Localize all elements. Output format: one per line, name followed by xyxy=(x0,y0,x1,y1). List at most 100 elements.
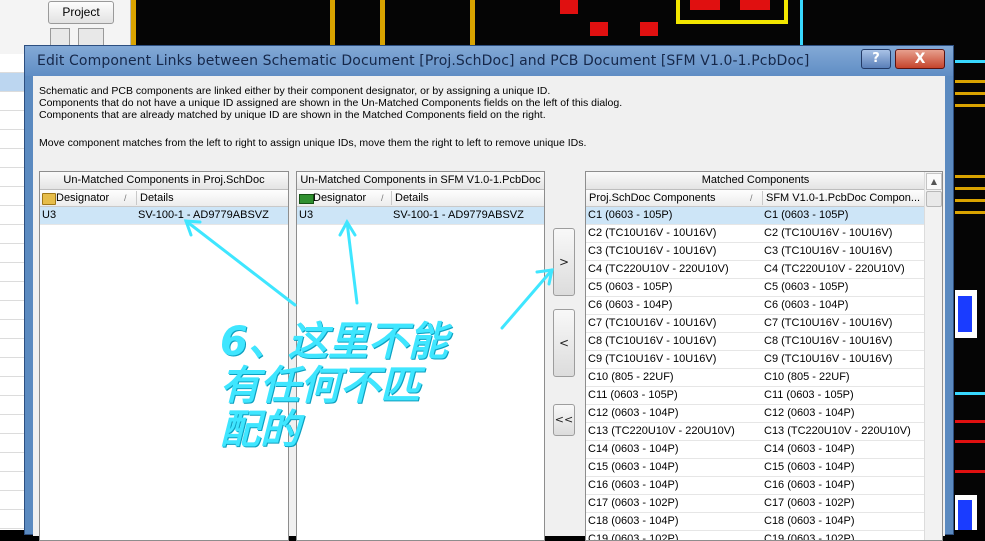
column-headers: Designator / Details xyxy=(40,190,288,207)
description-line: Components that do not have a unique ID … xyxy=(39,97,623,109)
unmatched-sch-title: Un-Matched Components in Proj.SchDoc xyxy=(40,172,288,190)
annotation-text: 6、这里不能 有任何不匹 配的 xyxy=(220,320,448,452)
toolbar-dropdown-icon[interactable] xyxy=(78,28,104,46)
pcb-trace xyxy=(955,104,985,107)
cell-sch-component: C4 (TC220U10V - 220U10V) xyxy=(588,263,729,275)
cell-sch-component: C18 (0603 - 104P) xyxy=(588,515,679,527)
cell-sch-component: C9 (TC10U16V - 10U16V) xyxy=(588,353,717,365)
table-row[interactable]: U3 SV-100-1 - AD9779ABSVZ xyxy=(40,207,288,225)
pcb-component xyxy=(958,296,972,332)
cell-pcb-component: C14 (0603 - 104P) xyxy=(764,443,855,455)
col-pcb-components[interactable]: SFM V1.0-1.PcbDoc Compon... xyxy=(764,190,920,206)
pcb-pad xyxy=(590,22,608,36)
pcb-outline xyxy=(676,0,788,24)
cell-sch-component: C1 (0603 - 105P) xyxy=(588,209,673,221)
col-sch-components[interactable]: Proj.SchDoc Components xyxy=(587,190,716,206)
dialog-title: Edit Component Links between Schematic D… xyxy=(37,53,810,69)
col-details[interactable]: Details xyxy=(393,190,429,206)
cell-pcb-component: C9 (TC10U16V - 10U16V) xyxy=(764,353,893,365)
cell-details: SV-100-1 - AD9779ABSVZ xyxy=(138,209,269,221)
edit-component-links-dialog: Edit Component Links between Schematic D… xyxy=(24,45,954,541)
table-row[interactable]: C2 (TC10U16V - 10U16V) C2 (TC10U16V - 10U… xyxy=(586,225,925,243)
cell-pcb-component: C19 (0603 - 102P) xyxy=(764,533,855,541)
dialog-body: Schematic and PCB components are linked … xyxy=(33,76,945,541)
annotation-line: 6、这里不能 xyxy=(220,319,448,365)
table-row[interactable]: C1 (0603 - 105P) C1 (0603 - 105P) xyxy=(586,207,925,225)
project-tree[interactable] xyxy=(0,54,24,530)
cell-sch-component: C2 (TC10U16V - 10U16V) xyxy=(588,227,717,239)
cell-pcb-component: C16 (0603 - 104P) xyxy=(764,479,855,491)
table-row[interactable]: C13 (TC220U10V - 220U10V) C13 (TC220U10V … xyxy=(586,423,925,441)
scroll-thumb[interactable] xyxy=(926,191,942,207)
annotation-line: 配的 xyxy=(220,407,300,453)
cell-designator: U3 xyxy=(42,209,57,221)
table-row[interactable]: C15 (0603 - 104P) C15 (0603 - 104P) xyxy=(586,459,925,477)
help-button[interactable]: ? xyxy=(861,49,891,69)
table-row[interactable]: C19 (0603 - 102P) C19 (0603 - 102P) xyxy=(586,531,925,541)
close-button[interactable]: X xyxy=(895,49,945,69)
pcb-pad xyxy=(640,22,658,36)
table-row[interactable]: C4 (TC220U10V - 220U10V) C4 (TC220U10V - … xyxy=(586,261,925,279)
cell-sch-component: C13 (TC220U10V - 220U10V) xyxy=(588,425,735,437)
table-row[interactable]: C9 (TC10U16V - 10U16V) C9 (TC10U16V - 10U… xyxy=(586,351,925,369)
cell-sch-component: C3 (TC10U16V - 10U16V) xyxy=(588,245,717,257)
col-designator[interactable]: Designator xyxy=(54,190,109,206)
cell-sch-component: C17 (0603 - 102P) xyxy=(588,497,679,509)
project-button[interactable]: Project xyxy=(48,1,114,24)
table-row[interactable]: C3 (TC10U16V - 10U16V) C3 (TC10U16V - 10U… xyxy=(586,243,925,261)
pcb-line xyxy=(955,392,985,395)
cell-pcb-component: C10 (805 - 22UF) xyxy=(764,371,850,383)
pcb-line xyxy=(955,420,985,423)
title-bar: Edit Component Links between Schematic D… xyxy=(25,46,953,76)
pcb-trace xyxy=(955,187,985,190)
scrollbar[interactable]: ▲ xyxy=(924,172,942,540)
cell-pcb-component: C8 (TC10U16V - 10U16V) xyxy=(764,335,893,347)
description-line: Schematic and PCB components are linked … xyxy=(39,85,551,97)
col-designator[interactable]: Designator xyxy=(311,190,366,206)
sort-indicator: / xyxy=(381,193,384,203)
cell-sch-component: C16 (0603 - 104P) xyxy=(588,479,679,491)
pcb-line xyxy=(955,60,985,63)
table-row[interactable]: C17 (0603 - 102P) C17 (0603 - 102P) xyxy=(586,495,925,513)
cell-sch-component: C12 (0603 - 104P) xyxy=(588,407,679,419)
description-line: Components that are already matched by u… xyxy=(39,109,546,121)
col-details[interactable]: Details xyxy=(138,190,174,206)
remove-all-button[interactable]: << xyxy=(553,404,575,436)
column-headers: Proj.SchDoc Components / SFM V1.0-1.PcbD… xyxy=(586,190,925,207)
table-row[interactable]: C6 (0603 - 104P) C6 (0603 - 104P) xyxy=(586,297,925,315)
cell-designator: U3 xyxy=(299,209,314,221)
cell-sch-component: C14 (0603 - 104P) xyxy=(588,443,679,455)
table-row[interactable]: U3 SV-100-1 - AD9779ABSVZ xyxy=(297,207,544,225)
pcb-line xyxy=(800,0,803,45)
table-row[interactable]: C5 (0603 - 105P) C5 (0603 - 105P) xyxy=(586,279,925,297)
cell-sch-component: C8 (TC10U16V - 10U16V) xyxy=(588,335,717,347)
toolbar-icon[interactable] xyxy=(50,28,70,46)
table-row[interactable]: C11 (0603 - 105P) C11 (0603 - 105P) xyxy=(586,387,925,405)
cell-sch-component: C10 (805 - 22UF) xyxy=(588,371,674,383)
sort-indicator: / xyxy=(124,193,127,203)
column-headers: Designator / Details xyxy=(297,190,544,207)
cell-pcb-component: C13 (TC220U10V - 220U10V) xyxy=(764,425,911,437)
table-row[interactable]: C8 (TC10U16V - 10U16V) C8 (TC10U16V - 10U… xyxy=(586,333,925,351)
table-row[interactable]: C14 (0603 - 104P) C14 (0603 - 104P) xyxy=(586,441,925,459)
move-instructions: Move component matches from the left to … xyxy=(39,137,587,149)
table-row[interactable]: C18 (0603 - 104P) C18 (0603 - 104P) xyxy=(586,513,925,531)
table-row[interactable]: C16 (0603 - 104P) C16 (0603 - 104P) xyxy=(586,477,925,495)
pcb-trace xyxy=(955,175,985,178)
cell-pcb-component: C1 (0603 - 105P) xyxy=(764,209,849,221)
matched-list: C1 (0603 - 105P) C1 (0603 - 105P) C2 (TC10… xyxy=(586,207,925,541)
pcb-component xyxy=(958,500,972,530)
table-row[interactable]: C10 (805 - 22UF) C10 (805 - 22UF) xyxy=(586,369,925,387)
assign-button[interactable]: > xyxy=(553,228,575,296)
table-row[interactable]: C12 (0603 - 104P) C12 (0603 - 104P) xyxy=(586,405,925,423)
pcb-trace xyxy=(955,211,985,214)
cell-pcb-component: C18 (0603 - 104P) xyxy=(764,515,855,527)
pcb-line xyxy=(955,440,985,443)
remove-button[interactable]: < xyxy=(553,309,575,377)
matched-title: Matched Components xyxy=(586,172,925,190)
pcb-trace xyxy=(470,0,475,45)
table-row[interactable]: C7 (TC10U16V - 10U16V) C7 (TC10U16V - 10U… xyxy=(586,315,925,333)
cell-sch-component: C7 (TC10U16V - 10U16V) xyxy=(588,317,717,329)
scroll-up-icon[interactable]: ▲ xyxy=(926,173,942,190)
cell-sch-component: C11 (0603 - 105P) xyxy=(588,389,678,401)
